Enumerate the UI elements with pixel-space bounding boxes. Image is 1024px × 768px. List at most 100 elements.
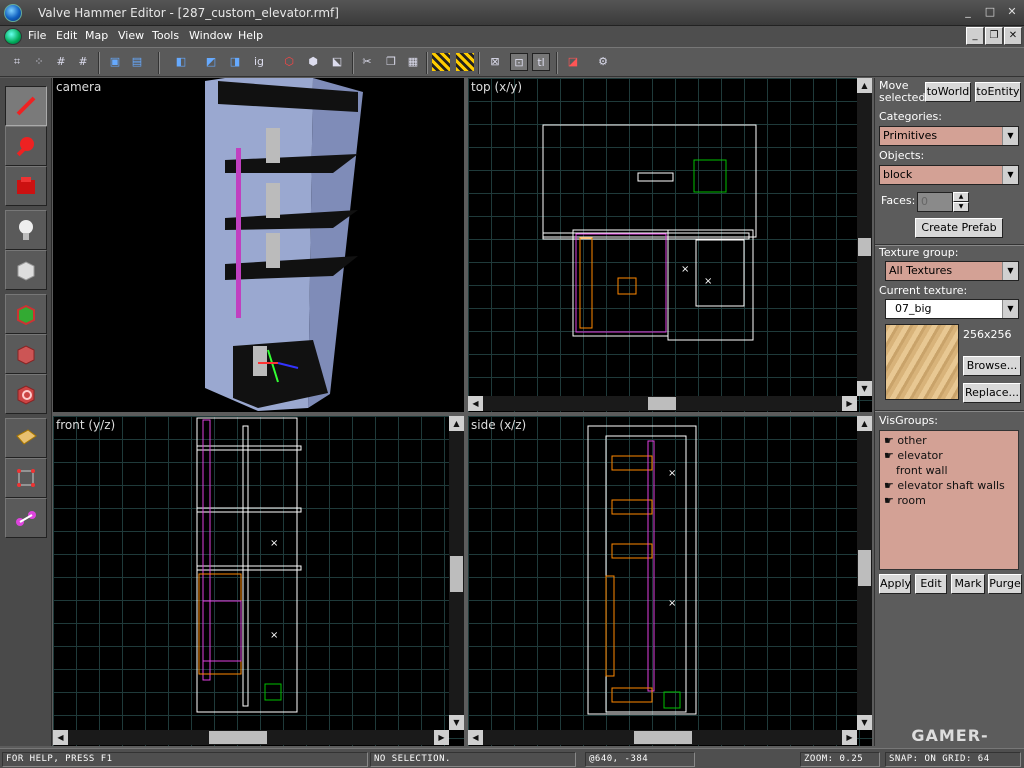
categories-select[interactable]: Primitives ▼ (879, 126, 1019, 146)
chevron-down-icon[interactable]: ▼ (1002, 300, 1018, 318)
scroll-up-arrow[interactable]: ▲ (857, 78, 872, 93)
scroll-thumb[interactable] (209, 731, 267, 744)
scroll-up-arrow[interactable]: ▲ (449, 416, 464, 431)
chevron-down-icon[interactable]: ▼ (1002, 166, 1018, 184)
document-icon[interactable] (4, 28, 22, 45)
scroll-thumb[interactable] (858, 238, 871, 256)
edit-button[interactable]: Edit (915, 574, 947, 594)
decal-tool-button[interactable] (5, 374, 47, 414)
hide-selected-icon[interactable]: ◧ (172, 53, 190, 71)
menu-tools[interactable]: Tools (152, 29, 179, 42)
front-viewport-hscroll[interactable]: ◀ ▶ (53, 730, 449, 745)
scroll-up-arrow[interactable]: ▲ (857, 416, 872, 431)
scroll-thumb[interactable] (858, 550, 871, 586)
scroll-down-arrow[interactable]: ▼ (857, 715, 872, 730)
maximize-button[interactable]: □ (982, 5, 998, 19)
faces-down-button[interactable]: ▼ (953, 202, 969, 212)
checked-icon[interactable]: ☛ (884, 479, 894, 492)
visgroup-item-other[interactable]: ☛ other (884, 434, 927, 447)
checked-icon[interactable]: ☛ (884, 449, 894, 462)
scroll-right-arrow[interactable]: ▶ (434, 730, 449, 745)
menu-window[interactable]: Window (189, 29, 232, 42)
menu-file[interactable]: File (28, 29, 46, 42)
menu-edit[interactable]: Edit (56, 29, 77, 42)
grid-dots-icon[interactable]: ⁘ (30, 53, 48, 71)
ignore-groups-icon[interactable]: ig (250, 53, 268, 71)
scroll-thumb[interactable] (648, 397, 676, 410)
create-prefab-button[interactable]: Create Prefab (915, 218, 1003, 238)
objects-select[interactable]: block ▼ (879, 165, 1019, 185)
carve-icon[interactable]: ⬡ (280, 53, 298, 71)
front-viewport-vscroll[interactable]: ▲ ▼ (449, 416, 464, 730)
texture-lock-icon[interactable]: ⬕ (328, 53, 346, 71)
scroll-right-arrow[interactable]: ▶ (842, 730, 857, 745)
scroll-thumb[interactable] (450, 556, 463, 592)
visgroups-list[interactable]: ☛ other ☛ elevator front wall ☛ elevator… (879, 430, 1019, 570)
block-tool-button[interactable] (5, 250, 47, 290)
visgroup-item-room[interactable]: ☛ room (884, 494, 926, 507)
faces-input[interactable]: 0 (917, 192, 953, 212)
close-button[interactable]: ✕ (1004, 5, 1020, 19)
to-world-button[interactable]: toWorld (925, 82, 971, 102)
side-viewport[interactable]: × × side (x/z) ▲ ▼ ◀ ▶ (468, 416, 872, 746)
scroll-thumb[interactable] (634, 731, 692, 744)
menu-map[interactable]: Map (85, 29, 108, 42)
grid-smaller-icon[interactable]: # (52, 53, 70, 71)
side-viewport-vscroll[interactable]: ▲ ▼ (857, 416, 872, 730)
scroll-left-arrow[interactable]: ◀ (468, 396, 483, 411)
hide-selection-icon[interactable]: ⊠ (486, 53, 504, 71)
purge-button[interactable]: Purge (988, 574, 1022, 594)
entity-report-icon[interactable]: ◪ (564, 53, 582, 71)
vertex-tool-button[interactable] (5, 458, 47, 498)
texture-application-button[interactable] (5, 294, 47, 334)
minimize-button[interactable]: _ (960, 5, 976, 19)
copy-icon[interactable]: ❐ (382, 53, 400, 71)
browse-button[interactable]: Browse... (963, 356, 1021, 376)
texture-preview[interactable] (885, 324, 959, 400)
apply-button[interactable]: Apply (879, 574, 911, 594)
scroll-down-arrow[interactable]: ▼ (857, 381, 872, 396)
to-entity-button[interactable]: toEntity (975, 82, 1021, 102)
checked-icon[interactable]: ☛ (884, 494, 894, 507)
magnify-tool-button[interactable] (5, 126, 47, 166)
hollow-icon[interactable]: ⬢ (304, 53, 322, 71)
apply-texture-button[interactable] (5, 334, 47, 374)
mdi-restore-button[interactable]: ❐ (985, 27, 1003, 45)
current-texture-select[interactable]: 07_big ▼ (885, 299, 1019, 319)
select-tool-icon[interactable]: ⊡ (510, 53, 528, 71)
menu-help[interactable]: Help (238, 29, 263, 42)
texture-group-select[interactable]: All Textures ▼ (885, 261, 1019, 281)
group-icon[interactable]: ▣ (106, 53, 124, 71)
camera-tool-button[interactable] (5, 166, 47, 206)
toggle-texture-scale-icon[interactable] (456, 53, 474, 71)
grid-toggle-icon[interactable]: ⌗ (8, 53, 26, 71)
scroll-left-arrow[interactable]: ◀ (468, 730, 483, 745)
cut-icon[interactable]: ✂ (358, 53, 376, 71)
selection-tool-button[interactable] (5, 86, 47, 126)
paste-icon[interactable]: ▦ (404, 53, 422, 71)
top-viewport[interactable]: × × top (x/y) ▲ ▼ ◀ ▶ (468, 78, 872, 412)
scroll-right-arrow[interactable]: ▶ (842, 396, 857, 411)
scroll-down-arrow[interactable]: ▼ (449, 715, 464, 730)
clip-tool-button[interactable] (5, 418, 47, 458)
side-viewport-hscroll[interactable]: ◀ ▶ (468, 730, 857, 745)
visgroup-item-front-wall[interactable]: front wall (896, 464, 948, 477)
top-viewport-vscroll[interactable]: ▲ ▼ (857, 78, 872, 396)
replace-button[interactable]: Replace... (963, 383, 1021, 403)
visgroup-item-elevator[interactable]: ☛ elevator (884, 449, 943, 462)
faces-up-button[interactable]: ▲ (953, 192, 969, 202)
menu-view[interactable]: View (118, 29, 144, 42)
top-viewport-hscroll[interactable]: ◀ ▶ (468, 396, 857, 411)
grid-larger-icon[interactable]: # (74, 53, 92, 71)
camera-viewport[interactable]: camera (53, 78, 464, 412)
visgroup-icon[interactable]: ◨ (226, 53, 244, 71)
chevron-down-icon[interactable]: ▼ (1002, 127, 1018, 145)
show-all-icon[interactable]: ◩ (202, 53, 220, 71)
run-map-icon[interactable]: ⚙ (594, 53, 612, 71)
checked-icon[interactable]: ☛ (884, 434, 894, 447)
chevron-down-icon[interactable]: ▼ (1002, 262, 1018, 280)
front-viewport[interactable]: × × front (y/z) ▲ ▼ ◀ ▶ (53, 416, 464, 746)
ungroup-icon[interactable]: ▤ (128, 53, 146, 71)
mark-button[interactable]: Mark (951, 574, 985, 594)
mdi-minimize-button[interactable]: _ (966, 27, 984, 45)
